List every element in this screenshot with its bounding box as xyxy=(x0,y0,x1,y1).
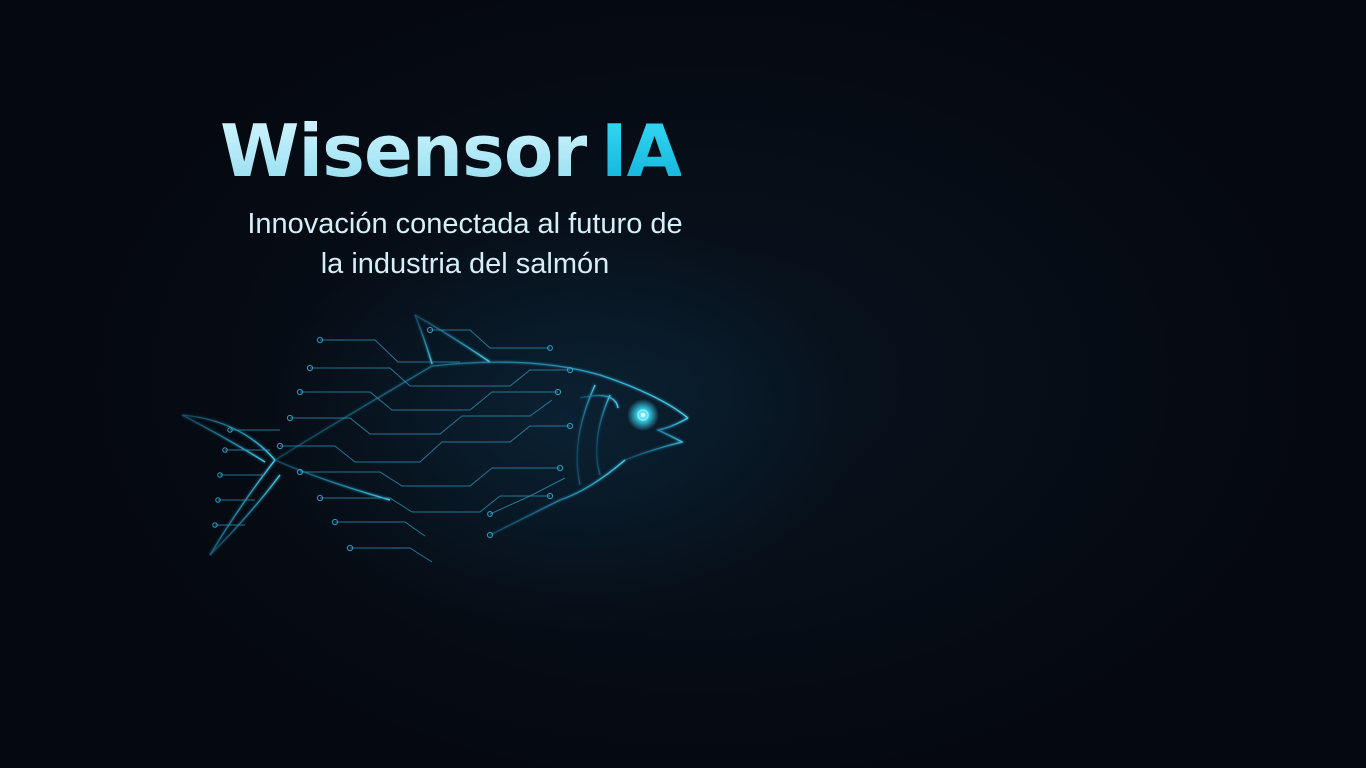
tagline-line-1: Innovación conectada al futuro de xyxy=(247,208,683,240)
hero-banner: Wisensor IA Innovación conectada al futur… xyxy=(0,0,1366,768)
circuit-nodes xyxy=(212,326,574,552)
title-brand: Wisensor xyxy=(220,109,588,193)
tagline: Innovación conectada al futuro de la ind… xyxy=(200,204,730,284)
circuit-fish-icon xyxy=(181,314,689,563)
page-title: Wisensor IA xyxy=(220,108,720,194)
fish-eye-icon xyxy=(627,399,659,431)
fish-outline xyxy=(181,314,689,556)
tagline-line-2: la industria del salmón xyxy=(320,248,610,280)
circuit-traces xyxy=(215,329,570,563)
title-accent: IA xyxy=(600,109,683,193)
